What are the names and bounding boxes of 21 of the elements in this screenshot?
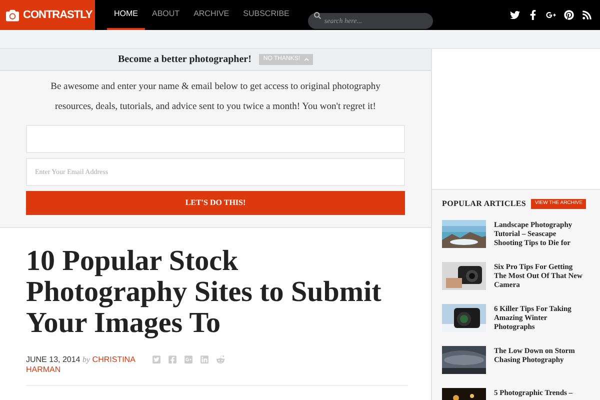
google-plus-icon[interactable] xyxy=(546,10,556,20)
article-byline: JUNE 13, 2014 by CHRISTINA HARMAN xyxy=(26,355,136,375)
nav-link[interactable]: HOME xyxy=(107,0,145,30)
nav-link[interactable]: ARCHIVE xyxy=(186,0,236,30)
facebook-icon[interactable] xyxy=(528,10,538,20)
reddit-icon[interactable] xyxy=(216,355,225,364)
pinterest-icon[interactable] xyxy=(564,10,574,20)
rss-icon[interactable] xyxy=(582,10,592,20)
article-title[interactable]: 10 Popular Stock Photography Sites to Submit Your Images To xyxy=(26,246,406,339)
camera-icon xyxy=(6,8,19,22)
nav-link[interactable]: SUBSCRIBE xyxy=(236,0,296,30)
nav-link[interactable]: ABOUT xyxy=(145,0,187,30)
subscribe-button[interactable]: LET'S DO THIS! xyxy=(26,191,405,215)
linkedin-icon[interactable] xyxy=(200,355,209,364)
sidebar-heading: POPULAR ARTICLES xyxy=(442,198,526,210)
caret-icon xyxy=(304,57,309,62)
search-icon xyxy=(314,12,322,18)
optin-title: Become a better photographer! xyxy=(118,53,252,67)
twitter-icon[interactable] xyxy=(510,10,520,20)
optin-description: Be awesome and enter your name & email below to get access to original photography resources, deals, tutorials, and advice sent to you twice a month! You won't regret it! xyxy=(50,81,382,114)
logo[interactable]: CONTRASTLY xyxy=(0,0,95,30)
